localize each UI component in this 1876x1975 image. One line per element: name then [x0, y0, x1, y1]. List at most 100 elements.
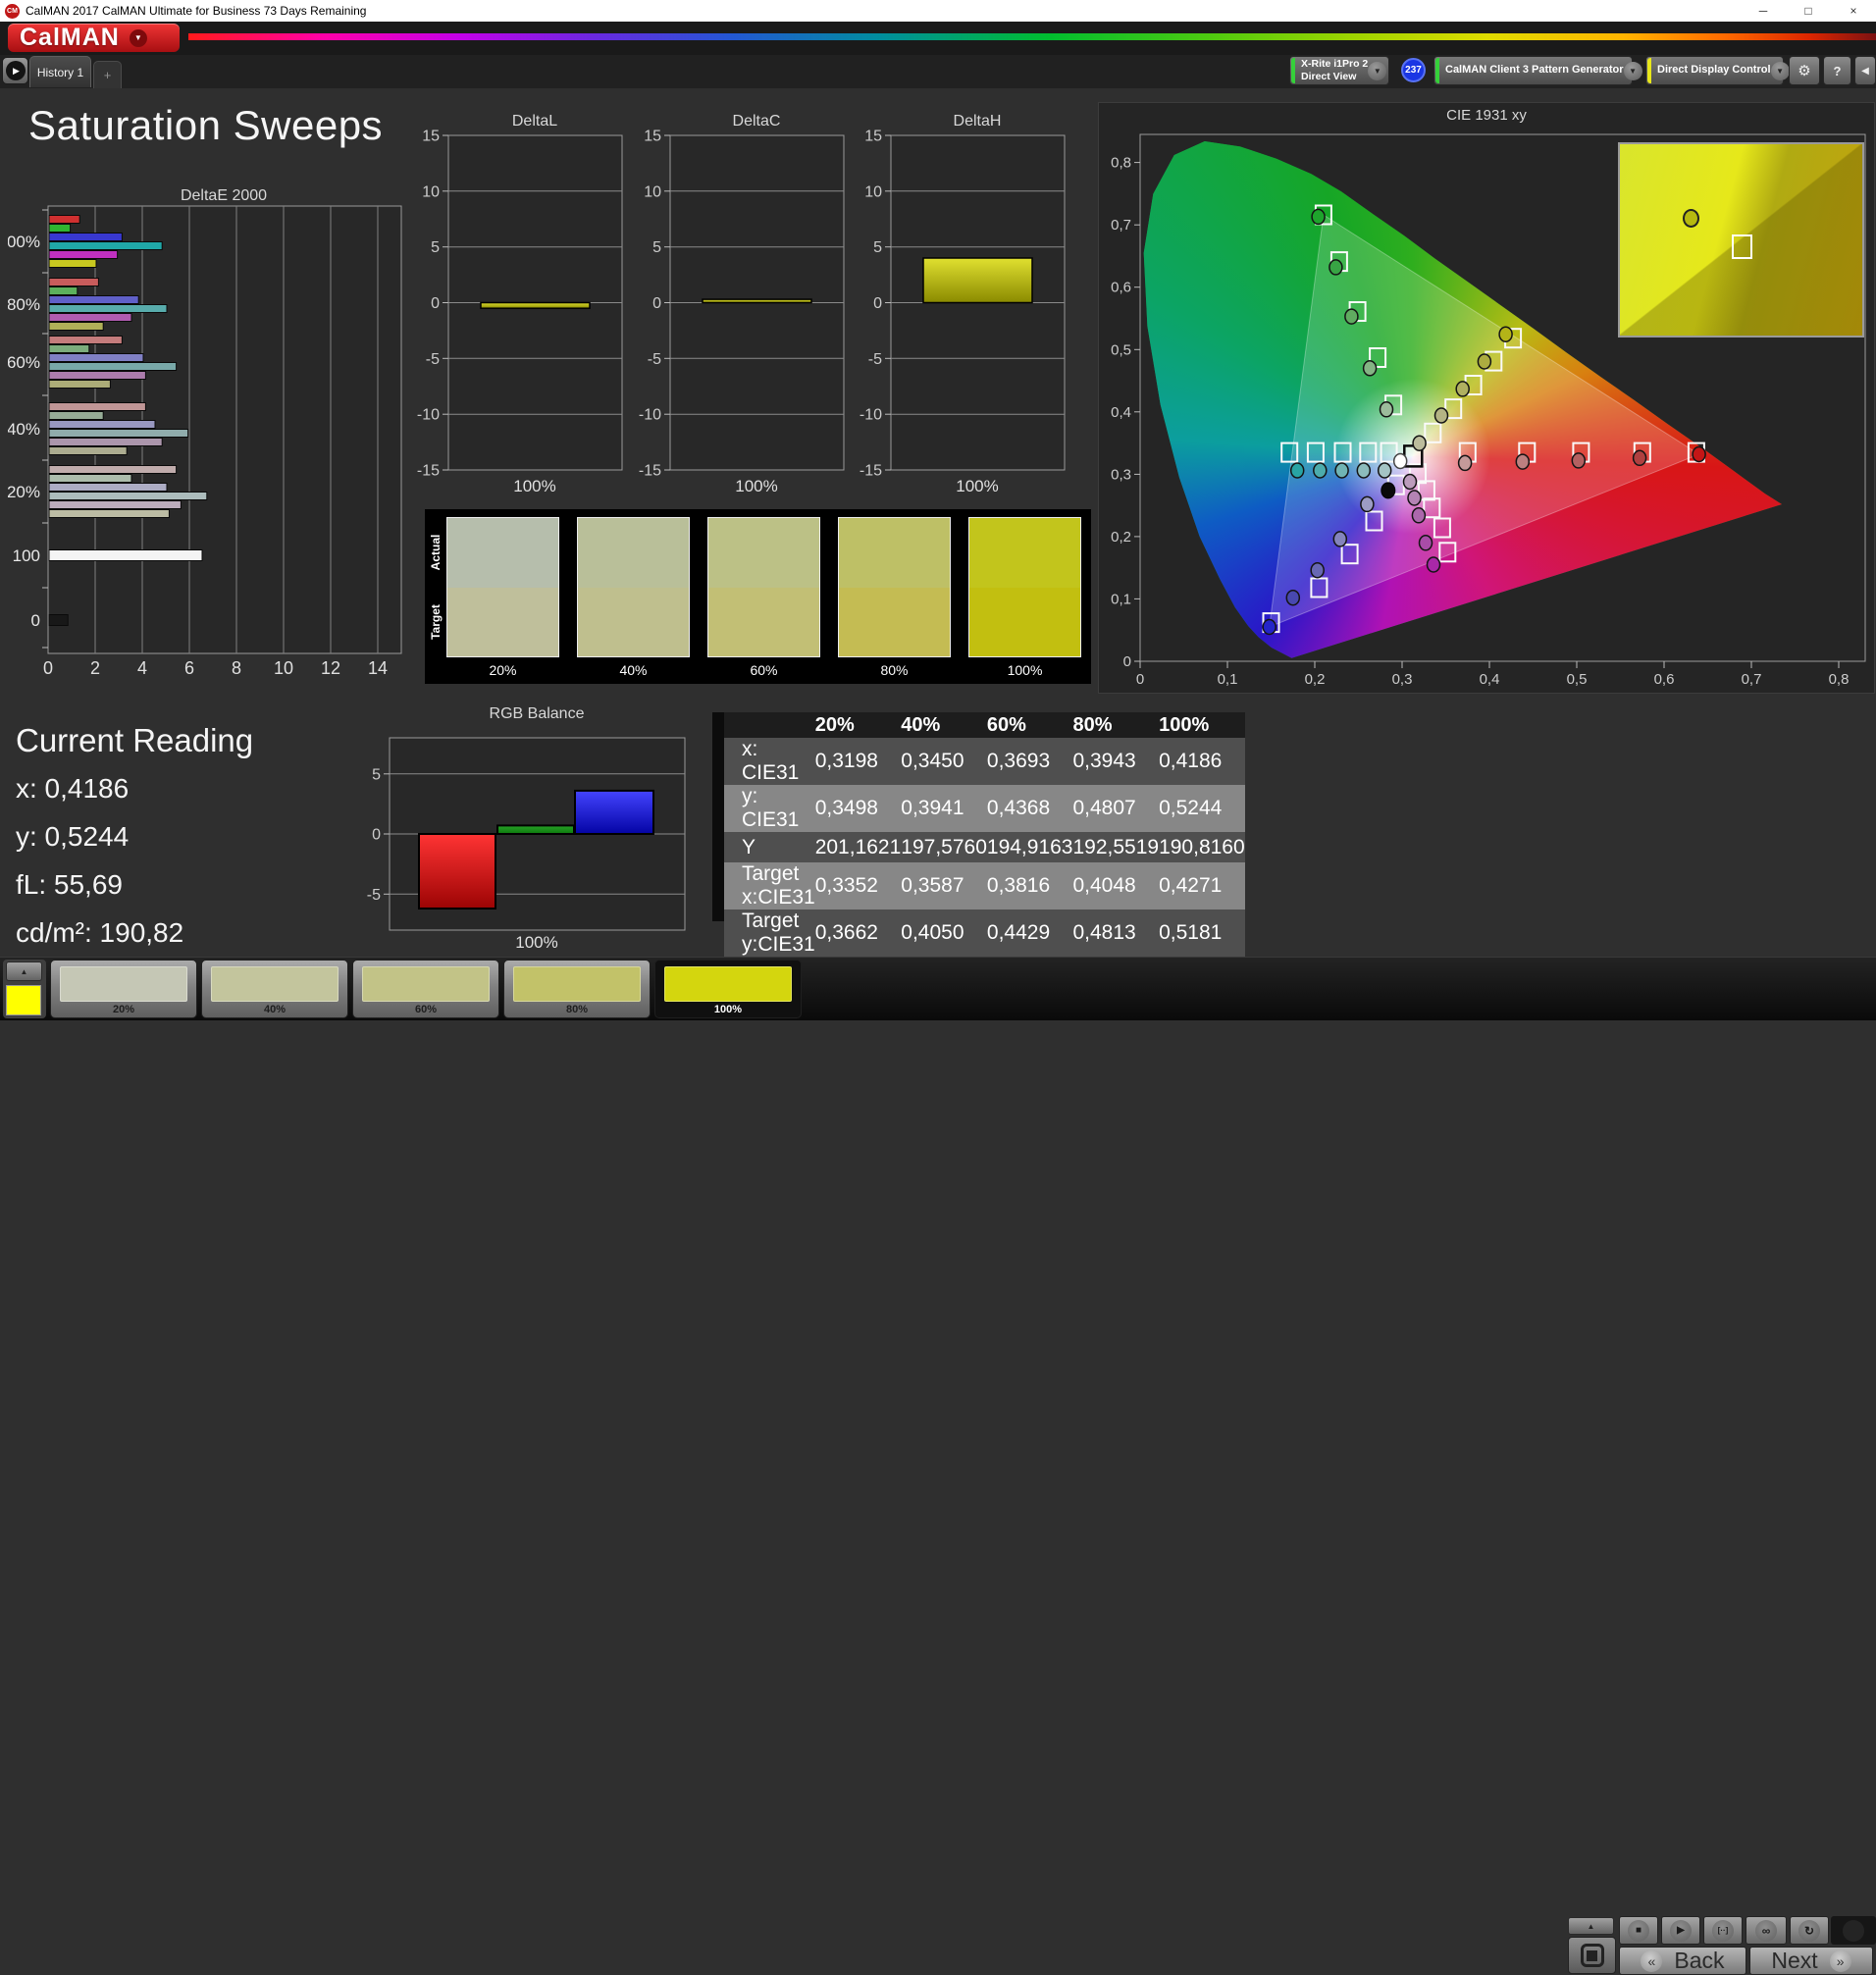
transport-up-button[interactable]: ▲ — [1568, 1917, 1614, 1935]
measured-marker — [1285, 589, 1301, 606]
dark-circle-icon — [1843, 1919, 1864, 1942]
minimize-button[interactable]: ─ — [1741, 0, 1786, 22]
calman-app: CM CalMAN 2017 CalMAN Ultimate for Busin… — [0, 0, 1876, 1975]
target-swatch — [969, 587, 1080, 656]
swatch-label: 80% — [880, 662, 909, 678]
measured-marker — [1262, 618, 1277, 636]
measured-marker — [1402, 473, 1418, 491]
measured-marker — [1407, 490, 1422, 506]
measured-marker — [1310, 561, 1325, 579]
maximize-button[interactable]: □ — [1786, 0, 1831, 22]
svg-text:0: 0 — [873, 295, 882, 312]
svg-text:0,1: 0,1 — [1111, 591, 1131, 607]
reading-x: x: 0,4186 — [16, 773, 130, 804]
pattern-button-100%[interactable]: 100% — [654, 960, 802, 1018]
back-button[interactable]: « Back — [1619, 1947, 1746, 1975]
actual-swatch — [969, 518, 1080, 588]
close-button[interactable]: × — [1831, 0, 1876, 22]
reading-fl: fL: 55,69 — [16, 869, 123, 900]
svg-text:0,8: 0,8 — [1829, 671, 1850, 688]
calman-logo-menu[interactable]: CalMAN ▼ — [8, 24, 180, 52]
svg-text:0: 0 — [1136, 671, 1144, 688]
svg-text:100%: 100% — [513, 477, 555, 495]
svg-text:-10: -10 — [417, 407, 440, 424]
table-cell: 0,4429 — [986, 910, 1073, 957]
measured-marker — [1329, 259, 1343, 276]
settings-button[interactable]: ⚙ — [1789, 56, 1820, 85]
reading-y: y: 0,5244 — [16, 821, 130, 852]
svg-text:0,6: 0,6 — [1111, 280, 1131, 296]
bar — [48, 259, 97, 268]
pattern-panel-up-button[interactable]: ▲ — [6, 962, 42, 981]
bar — [480, 301, 591, 309]
pattern-button-80%[interactable]: 80% — [503, 960, 651, 1018]
swatch-100% — [968, 517, 1081, 657]
reading-count-badge[interactable]: 237 — [1401, 58, 1426, 82]
table-row: Target y:CIE31 0,3662 0,4050 0,4429 0,4813 0,… — [724, 910, 1245, 957]
actual-swatch — [708, 518, 819, 588]
cie-zoom-inset — [1618, 142, 1864, 338]
svg-text:100: 100 — [13, 546, 40, 565]
pattern-swatch — [211, 966, 339, 1002]
svg-text:10: 10 — [644, 183, 661, 200]
table-cell: 0,4813 — [1072, 910, 1160, 957]
table-cell: 0,3498 — [814, 785, 902, 832]
page-title: Saturation Sweeps — [28, 102, 384, 148]
bar — [48, 371, 146, 380]
table-cell: 0,4807 — [1072, 785, 1160, 832]
reading-cdm2: cd/m²: 190,82 — [16, 917, 184, 948]
display-control-dropdown[interactable]: Direct Display Control ▼ — [1645, 56, 1790, 85]
stop-button[interactable]: ■ — [1619, 1916, 1658, 1945]
bracket-icon: [··] — [1712, 1919, 1734, 1942]
current-pattern-swatch — [6, 985, 41, 1015]
deltae2000-chart: DeltaE 2000 100% 80% 60% 40% 20% 100 0 0 2 4 6 8 10 12… — [8, 187, 402, 678]
table-cell: 0,5181 — [1159, 910, 1245, 957]
svg-text:14: 14 — [368, 658, 388, 678]
measured-marker — [1457, 454, 1473, 472]
svg-text:0: 0 — [652, 295, 661, 312]
target-swatch — [839, 587, 950, 656]
refresh-button[interactable]: ↻ — [1790, 1916, 1829, 1945]
inactive-indicator — [1831, 1916, 1876, 1945]
svg-text:5: 5 — [873, 239, 882, 256]
actual-swatch — [447, 518, 558, 588]
table-cell: 0,3941 — [901, 785, 987, 832]
measured-marker — [1571, 452, 1587, 469]
pattern-button-60%[interactable]: 60% — [352, 960, 499, 1018]
play-button[interactable]: ▶ — [1661, 1916, 1700, 1945]
svg-text:10: 10 — [274, 658, 293, 678]
bar — [48, 438, 163, 446]
pattern-button-20%[interactable]: 20% — [50, 960, 197, 1018]
window-pattern-button[interactable] — [1568, 1937, 1616, 1974]
swatch-20% — [446, 517, 559, 657]
next-button[interactable]: Next » — [1749, 1947, 1873, 1975]
bar — [48, 233, 123, 241]
pattern-label: 100% — [713, 1004, 743, 1015]
table-cell: 194,9163 — [986, 832, 1073, 862]
continuous-read-button[interactable]: ∞ — [1746, 1916, 1787, 1945]
svg-text:0,7: 0,7 — [1111, 217, 1131, 234]
calman-logo-text: CalMAN — [20, 24, 120, 51]
read-series-button[interactable]: [··] — [1703, 1916, 1743, 1945]
bar — [48, 344, 90, 353]
svg-text:100%: 100% — [515, 933, 557, 952]
workflow-nav-button[interactable]: ▶ — [2, 57, 28, 84]
help-button[interactable]: ? — [1823, 56, 1851, 85]
bar — [48, 420, 156, 429]
table-cell: 0,3198 — [814, 738, 902, 785]
window-controls: ─ □ × — [1741, 0, 1876, 22]
black-measured-marker — [1381, 482, 1396, 499]
meter-dropdown[interactable]: X-Rite i1Pro 2 Direct View ▼ — [1289, 56, 1389, 85]
bar — [48, 474, 132, 483]
table-cell: 0,4050 — [901, 910, 987, 957]
whitepoint-measured-marker — [1392, 452, 1408, 470]
collapse-panel-button[interactable]: ◀ — [1854, 56, 1876, 85]
bar — [574, 789, 654, 835]
bar — [702, 298, 812, 304]
add-tab-button[interactable]: + — [93, 61, 122, 88]
pattern-generator-dropdown[interactable]: CalMAN Client 3 Pattern Generator ▼ — [1433, 56, 1642, 85]
svg-text:10: 10 — [422, 183, 440, 200]
chevron-left-icon: ◀ — [1861, 65, 1869, 77]
pattern-button-40%[interactable]: 40% — [201, 960, 348, 1018]
tab-history-1[interactable]: History 1 — [29, 56, 91, 87]
